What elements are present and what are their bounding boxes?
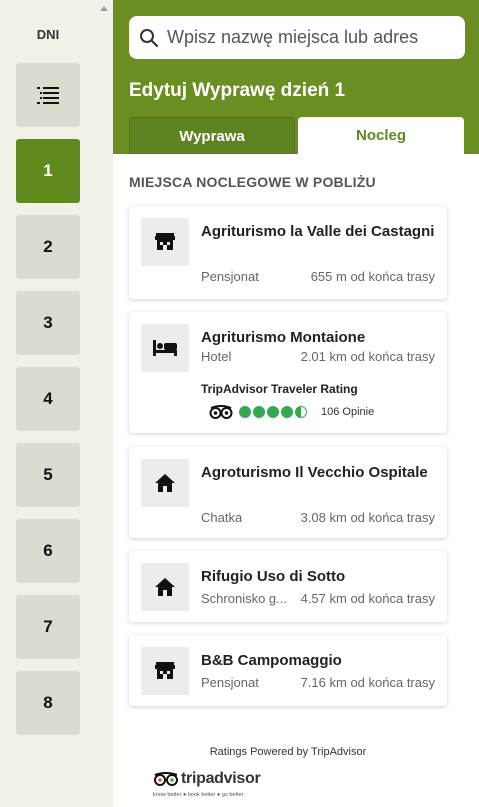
logo-wordmark: tripadvisor	[181, 770, 261, 787]
rating-row: 106 Opinie	[209, 405, 374, 419]
rating-bubble	[253, 406, 265, 418]
place-distance: 655 m od końca trasy	[310, 269, 435, 284]
search-box[interactable]	[129, 16, 465, 59]
place-card[interactable]: Agroturismo Il Vecchio Ospitale Chatka 3…	[129, 447, 447, 538]
place-type: Schronisko g...	[201, 591, 287, 606]
place-card[interactable]: Agriturismo la Valle dei Castagni Pensjo…	[129, 206, 447, 299]
place-icon-box	[141, 563, 189, 611]
rating-label: TripAdvisor Traveler Rating	[201, 382, 358, 396]
day-list-button[interactable]	[16, 63, 80, 127]
place-icon-box	[141, 459, 189, 507]
place-distance: 7.16 km od końca trasy	[300, 675, 435, 690]
day-button-1[interactable]: 1	[16, 139, 80, 203]
place-name: B&B Campomaggio	[201, 652, 342, 669]
place-type: Hotel	[201, 349, 232, 364]
day-button-2[interactable]: 2	[16, 215, 80, 279]
rating-bubble-half	[295, 406, 307, 418]
ratings-powered-by: Ratings Powered by TripAdvisor	[209, 746, 367, 758]
place-name: Agriturismo Montaione	[201, 329, 366, 346]
rating-bubble	[239, 406, 251, 418]
day-button-3[interactable]: 3	[16, 291, 80, 355]
house-icon	[155, 474, 175, 492]
day-rail: DNI 1 2 3 4 5 6 7 8	[0, 0, 113, 807]
list-icon	[37, 87, 59, 104]
place-distance: 4.57 km od końca trasy	[300, 591, 435, 606]
bed-icon	[153, 340, 177, 356]
place-icon-box	[141, 324, 189, 372]
tab-nocleg[interactable]: Nocleg	[298, 117, 464, 154]
day-button-5[interactable]: 5	[16, 443, 80, 507]
days-heading: DNI	[36, 27, 60, 42]
rating-bubble	[267, 406, 279, 418]
tripadvisor-owl-icon	[209, 405, 233, 419]
place-name: Rifugio Uso di Sotto	[201, 568, 346, 585]
tab-wyprawa[interactable]: Wyprawa	[129, 117, 295, 154]
place-name: Agriturismo la Valle dei Castagni	[201, 223, 435, 240]
day-button-8[interactable]: 8	[16, 671, 80, 735]
section-title: MIEJSCA NOCLEGOWE W POBLIŻU	[129, 174, 376, 190]
review-count: 106 Opinie	[321, 406, 375, 418]
day-button-7[interactable]: 7	[16, 595, 80, 659]
place-icon-box	[141, 647, 189, 695]
tripadvisor-owl-icon	[154, 772, 178, 786]
place-type: Pensjonat	[201, 675, 259, 690]
edit-trip-panel: Edytuj Wyprawę dzień 1 Wyprawa Nocleg MI…	[113, 0, 479, 807]
day-button-6[interactable]: 6	[16, 519, 80, 583]
panel-header: Edytuj Wyprawę dzień 1 Wyprawa Nocleg	[113, 0, 479, 154]
logo-tagline: know better ● book better ● go better	[153, 792, 244, 798]
scroll-up-icon[interactable]	[100, 6, 108, 11]
place-card[interactable]: B&B Campomaggio Pensjonat 7.16 km od koń…	[129, 635, 447, 706]
place-type: Pensjonat	[201, 269, 259, 284]
guesthouse-icon	[155, 662, 175, 679]
house-icon	[155, 578, 175, 596]
place-type: Chatka	[201, 510, 243, 525]
place-card[interactable]: Rifugio Uso di Sotto Schronisko g... 4.5…	[129, 551, 447, 622]
place-icon-box	[141, 218, 189, 266]
place-card[interactable]: Agriturismo Montaione Hotel 2.01 km od k…	[129, 312, 447, 433]
rating-bubble	[281, 406, 293, 418]
place-name: Agroturismo Il Vecchio Ospitale	[201, 464, 428, 481]
search-icon	[140, 28, 159, 47]
panel-scrollbar[interactable]	[463, 154, 479, 807]
guesthouse-icon	[155, 233, 175, 250]
day-button-4[interactable]: 4	[16, 367, 80, 431]
page-title: Edytuj Wyprawę dzień 1	[129, 80, 346, 101]
place-distance: 2.01 km od końca trasy	[300, 349, 435, 364]
rail-scrollbar[interactable]	[96, 0, 113, 807]
place-distance: 3.08 km od końca trasy	[300, 510, 435, 525]
search-input[interactable]	[167, 27, 457, 48]
